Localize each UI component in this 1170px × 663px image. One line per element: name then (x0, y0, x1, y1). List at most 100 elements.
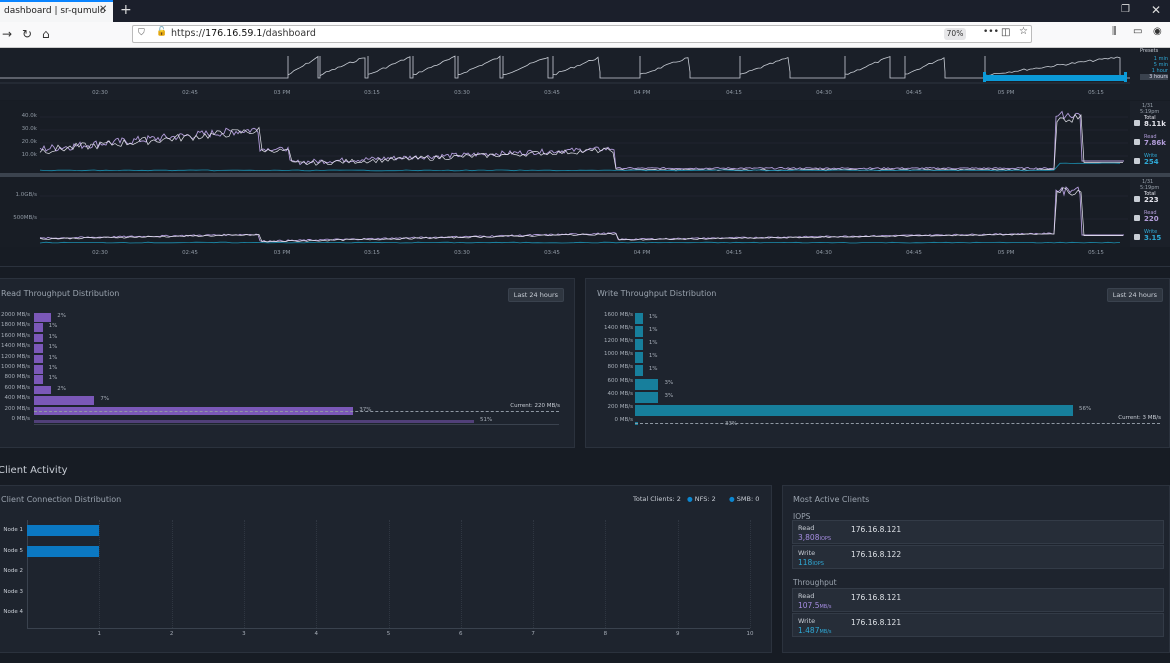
active-client-row[interactable]: Write 118IOPS 176.16.8.122 (792, 545, 1164, 569)
x-gridline (171, 520, 173, 628)
tab-title: dashboard | sr-qumulo (4, 6, 106, 16)
shield-icon[interactable]: ⛉ (138, 28, 145, 38)
dist-bar (635, 378, 659, 390)
x-tick-label: 3 (242, 631, 246, 637)
page-actions-icon[interactable]: ••• (983, 27, 999, 37)
home-icon[interactable]: ⌂ (42, 27, 50, 41)
active-client-row[interactable]: Write 1.487MB/s 176.16.8.121 (792, 613, 1164, 637)
time-tick: 03:15 (364, 90, 380, 96)
total-clients: Total Clients: 2 (633, 495, 681, 503)
legend-checkbox[interactable] (1134, 158, 1140, 164)
window-restore-icon[interactable]: ❐ (1121, 4, 1130, 15)
time-tick: 02:45 (182, 90, 198, 96)
active-client-row[interactable]: Read 107.5MB/s 176.16.8.121 (792, 588, 1164, 612)
connection-chart: 1 2 3 4 5 6 7 8 9 10 Node 1 Node 5 Node 2 Node 3 Node … (0, 515, 770, 645)
dist-bar (34, 354, 43, 364)
dist-bar (34, 323, 43, 332)
metric-unit: MB/s (819, 629, 832, 635)
dist-category-label: 1800 MB/s (1, 322, 30, 329)
write-range-button[interactable]: Last 24 hours (1106, 288, 1163, 302)
dist-bar (635, 339, 643, 351)
dist-pct-label: 1% (48, 323, 58, 330)
dist-pct-label: 3% (664, 392, 674, 399)
section-divider (0, 266, 1170, 267)
dist-bar (635, 326, 643, 338)
x-gridline (750, 520, 751, 628)
dist-bar (34, 333, 43, 343)
dist-pct-label: 3% (664, 379, 674, 386)
client-ip[interactable]: 176.16.8.121 (851, 618, 901, 627)
current-value-line (34, 411, 559, 412)
metric-number: 1.487 (798, 626, 820, 635)
current-value-label: Current: 3 MB/s (1118, 415, 1161, 421)
library-icon[interactable]: ⫼ (1112, 26, 1117, 37)
presets-title: Presets (1140, 48, 1159, 54)
x-gridline (677, 520, 679, 628)
client-ip[interactable]: 176.16.8.122 (851, 550, 901, 559)
dist-pct-label: 7% (100, 396, 110, 403)
preset-option[interactable]: 3 hours (1140, 74, 1168, 80)
client-ip[interactable]: 176.16.8.121 (851, 525, 901, 534)
node-label: Node 4 (3, 609, 23, 615)
y-axis-line (27, 520, 28, 628)
window-close-icon[interactable]: ✕ (1151, 3, 1161, 17)
dist-category-label: 1200 MB/s (1, 353, 30, 360)
metric-unit: MB/s (819, 604, 832, 610)
zoom-indicator[interactable]: 70% (944, 28, 966, 40)
dist-category-label: 800 MB/s (607, 364, 633, 371)
dist-bar (635, 391, 659, 403)
sidebar-icon[interactable]: ▭ (1133, 26, 1142, 37)
navigator-handle-right[interactable] (1124, 72, 1127, 82)
pocket-icon[interactable]: ◫ (1001, 27, 1010, 38)
dist-pct-label: 1% (48, 375, 58, 382)
dist-bar (34, 420, 474, 423)
node-bar[interactable] (27, 545, 100, 557)
navigator-handle-left[interactable] (983, 72, 986, 82)
bookmark-star-icon[interactable]: ☆ (1019, 26, 1028, 37)
dist-pct-label: 1% (648, 314, 658, 320)
x-tick-label: 8 (603, 631, 608, 637)
dist-pct-label: 56% (1079, 405, 1092, 412)
write-dist-title: Write Throughput Distribution (597, 289, 717, 298)
account-icon[interactable]: ◉ (1153, 26, 1162, 37)
legend-checkbox[interactable] (1134, 215, 1140, 221)
time-tick: 03:30 (454, 250, 470, 256)
time-tick: 02:30 (92, 90, 108, 96)
tput-y-tick: 1.0GB/s (15, 192, 37, 198)
read-dist-title: Read Throughput Distribution (1, 289, 120, 298)
tab-close-icon[interactable]: ✕ (99, 4, 107, 15)
node-bar[interactable] (27, 525, 100, 536)
legend-value: 7.86k (1144, 139, 1166, 147)
x-tick-label: 9 (675, 631, 680, 637)
dist-bar (635, 313, 643, 324)
dist-bar (34, 396, 95, 405)
tput-legend: 1/31 5:19pm Total 223 Read 220 Write 3.15 (1130, 177, 1170, 247)
new-tab-button[interactable]: + (120, 2, 132, 18)
legend-value: 220 (1144, 215, 1159, 223)
legend-checkbox[interactable] (1134, 234, 1140, 240)
dist-pct-label: 1% (648, 353, 658, 360)
navigator-selection[interactable] (985, 75, 1125, 81)
legend-checkbox[interactable] (1134, 120, 1140, 126)
active-client-row[interactable]: Read 3,808IOPS 176.16.8.121 (792, 520, 1164, 544)
insecure-lock-icon[interactable]: 🔓 (156, 27, 167, 37)
metric-number: 118 (798, 558, 813, 567)
browser-tab[interactable]: dashboard | sr-qumulo (0, 0, 113, 22)
read-range-button[interactable]: Last 24 hours (507, 288, 564, 302)
client-activity-heading: Client Activity (0, 465, 68, 476)
read-dist-chart: 2000 MB/s 2% 1800 MB/s 1% 1600 MB/s 1% 1400 MB… (0, 312, 570, 432)
legend-value: 8.11k (1144, 120, 1166, 128)
current-value-line (635, 423, 1160, 424)
legend-checkbox[interactable] (1134, 196, 1140, 202)
legend-checkbox[interactable] (1134, 139, 1140, 145)
time-tick: 04:15 (726, 250, 742, 256)
forward-icon[interactable]: → (2, 27, 12, 41)
reload-icon[interactable]: ↻ (22, 27, 32, 41)
client-ip[interactable]: 176.16.8.121 (851, 593, 901, 602)
x-gridline (243, 520, 245, 628)
dist-category-label: 1000 MB/s (1, 364, 30, 370)
x-gridline (99, 520, 101, 628)
dist-category-label: 1000 MB/s (604, 351, 633, 358)
time-tick: 05 PM (997, 90, 1015, 96)
dist-bar (635, 404, 1073, 416)
